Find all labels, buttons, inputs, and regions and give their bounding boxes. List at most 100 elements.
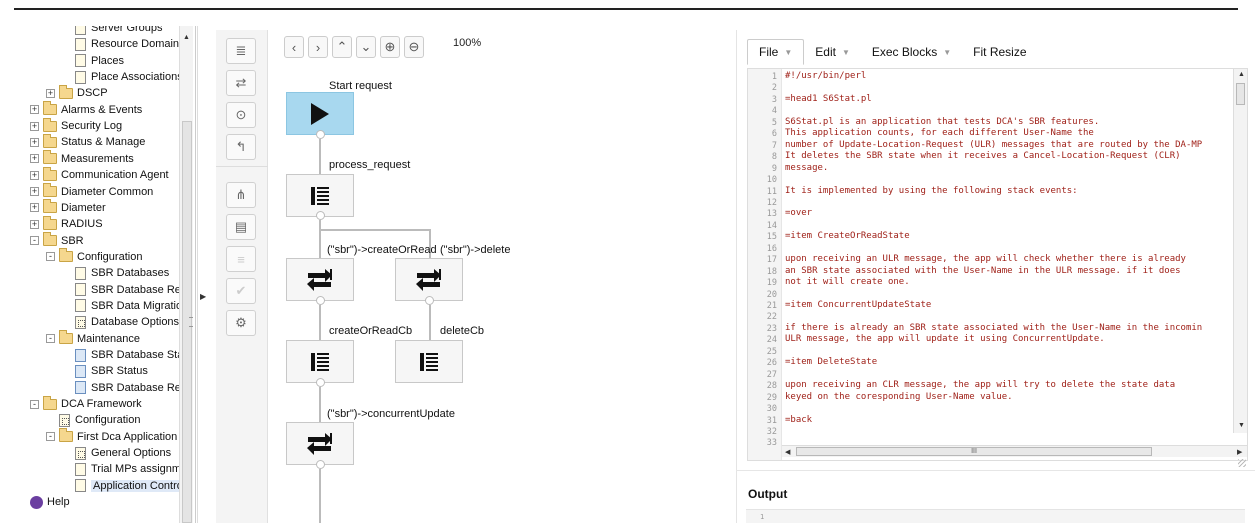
- scroll-down-icon[interactable]: ▼: [1238, 422, 1245, 429]
- tree-item[interactable]: SBR Database Rec: [62, 380, 186, 396]
- tree-item[interactable]: Places: [62, 53, 124, 69]
- tree-item[interactable]: + DSCP: [46, 84, 108, 101]
- stop-tool-icon[interactable]: ⊙: [226, 102, 256, 128]
- editor-scroll-thumb[interactable]: [1236, 83, 1245, 105]
- check-icon[interactable]: ✔: [226, 278, 256, 304]
- zoom-in-icon[interactable]: ⊕: [380, 36, 400, 58]
- back-chevron-icon[interactable]: ‹: [284, 36, 304, 58]
- scroll-up-icon[interactable]: ▲: [1238, 71, 1245, 78]
- editor-horizontal-scrollbar[interactable]: ◀ III ▶: [782, 445, 1247, 457]
- tree-item[interactable]: SBR Status: [62, 363, 148, 379]
- scroll-right-icon[interactable]: ▶: [1237, 448, 1242, 456]
- tree-item[interactable]: Trial MPs assignme: [62, 461, 187, 477]
- expand-icon[interactable]: +: [46, 88, 55, 98]
- concurrent-update-node[interactable]: [286, 422, 354, 465]
- create-or-read-cb-node[interactable]: [286, 340, 354, 383]
- tree-item[interactable]: - First Dca Application: [46, 428, 177, 445]
- tree-item[interactable]: Place Associations: [62, 69, 183, 85]
- menu-edit[interactable]: Edit ▼: [804, 39, 861, 65]
- tree-item[interactable]: SBR Databases: [62, 265, 169, 281]
- tree-item[interactable]: - Maintenance: [46, 330, 140, 347]
- collapse-icon[interactable]: -: [46, 334, 55, 344]
- zoom-out-icon[interactable]: ⊖: [404, 36, 424, 58]
- node-port[interactable]: [425, 296, 434, 305]
- editor-vertical-scrollbar[interactable]: ▲ ▼: [1233, 69, 1247, 433]
- chevron-down-icon: ▼: [841, 47, 850, 57]
- tree-item[interactable]: Resource Domains: [62, 36, 185, 52]
- menu-fit-resize[interactable]: Fit Resize: [962, 39, 1037, 65]
- tree-item[interactable]: Configuration: [46, 412, 140, 428]
- start-request-node[interactable]: [286, 92, 354, 135]
- expand-icon[interactable]: +: [30, 187, 39, 196]
- route-tool-icon[interactable]: ↰: [226, 134, 256, 160]
- send-tool-icon[interactable]: ⇄: [226, 70, 256, 96]
- collapse-icon[interactable]: -: [46, 252, 55, 262]
- code-line: =back: [785, 414, 813, 425]
- scroll-left-icon[interactable]: ◀: [785, 448, 790, 456]
- collapse-icon[interactable]: -: [30, 236, 39, 246]
- expand-icon[interactable]: +: [30, 154, 39, 164]
- collapse-arrow-icon[interactable]: ▶: [200, 292, 206, 301]
- tree-item[interactable]: + Diameter: [30, 199, 106, 216]
- tree-item[interactable]: - Configuration: [46, 248, 142, 265]
- scroll-up-icon[interactable]: ▲: [183, 34, 190, 41]
- tree-item[interactable]: Help: [30, 494, 70, 510]
- node-port[interactable]: [316, 460, 325, 469]
- node-port[interactable]: [316, 378, 325, 387]
- tree-item[interactable]: + Diameter Common: [30, 183, 153, 200]
- menu-file[interactable]: File ▼: [747, 39, 805, 65]
- up-chevron-icon[interactable]: ⌃: [332, 36, 352, 58]
- resize-grip-icon[interactable]: [1238, 459, 1246, 467]
- database-icon[interactable]: ≡: [226, 246, 256, 272]
- tree-item[interactable]: Server Groups: [62, 26, 163, 36]
- node-port[interactable]: [316, 130, 325, 139]
- expand-icon[interactable]: +: [30, 170, 39, 180]
- tree-item[interactable]: + Measurements: [30, 150, 134, 167]
- tree-item[interactable]: General Options: [62, 445, 171, 461]
- delete-cb-node[interactable]: [395, 340, 463, 383]
- tree-item[interactable]: + RADIUS: [30, 215, 103, 232]
- tree-item[interactable]: SBR Database Stat: [62, 347, 186, 363]
- line-number: 1: [771, 72, 777, 82]
- expand-icon[interactable]: +: [30, 105, 39, 115]
- line-number: 4: [771, 106, 777, 117]
- splitter-grip-icon[interactable]: [189, 317, 193, 327]
- node-port[interactable]: [316, 211, 325, 220]
- editor-hscroll-thumb[interactable]: III: [796, 447, 1152, 456]
- tree-item[interactable]: Database Options: [62, 314, 179, 330]
- tree-item[interactable]: SBR Data Migration: [62, 298, 188, 314]
- document-icon[interactable]: ▤: [226, 214, 256, 240]
- tree-item[interactable]: + Communication Agent: [30, 166, 169, 183]
- stack-event-tool-icon[interactable]: ≣: [226, 38, 256, 64]
- create-or-read-node[interactable]: [286, 258, 354, 301]
- hierarchy-icon[interactable]: ⋔: [226, 182, 256, 208]
- settings-gear-icon[interactable]: ⚙: [226, 310, 256, 336]
- tree-item[interactable]: - DCA Framework: [30, 395, 142, 412]
- tree-item[interactable]: + Security Log: [30, 117, 123, 134]
- tree-item[interactable]: Application Control: [62, 478, 188, 494]
- expand-icon[interactable]: +: [30, 121, 39, 131]
- expand-icon[interactable]: +: [30, 219, 39, 229]
- tree-scrollbar[interactable]: ▲: [179, 26, 193, 523]
- tree-item[interactable]: + Status & Manage: [30, 133, 145, 150]
- stack-event-icon: [420, 352, 438, 371]
- delete-node[interactable]: [395, 258, 463, 301]
- line-number: 6: [771, 129, 777, 140]
- expand-icon[interactable]: +: [30, 203, 39, 213]
- tree-item[interactable]: - SBR: [30, 232, 84, 249]
- palette-separator: [216, 166, 268, 167]
- forward-chevron-icon[interactable]: ›: [308, 36, 328, 58]
- output-console[interactable]: 1: [746, 509, 1245, 523]
- tree-item-label: Alarms & Events: [61, 103, 143, 116]
- code-editor[interactable]: 1 2 3 4 5 6 7 8 9 10 11 12 13 14 15 16 17 18 19 20 21 22 23 24 2…: [747, 68, 1248, 461]
- panel-splitter[interactable]: [197, 26, 198, 523]
- tree-item[interactable]: + Alarms & Events: [30, 101, 143, 118]
- expand-icon[interactable]: +: [30, 137, 39, 147]
- collapse-icon[interactable]: -: [30, 399, 39, 409]
- node-port[interactable]: [316, 296, 325, 305]
- down-chevron-icon[interactable]: ⌄: [356, 36, 376, 58]
- tree-item[interactable]: SBR Database Res: [62, 282, 186, 298]
- menu-exec-blocks[interactable]: Exec Blocks ▼: [861, 39, 962, 65]
- tree-item-label: Security Log: [61, 120, 123, 133]
- collapse-icon[interactable]: -: [46, 432, 55, 442]
